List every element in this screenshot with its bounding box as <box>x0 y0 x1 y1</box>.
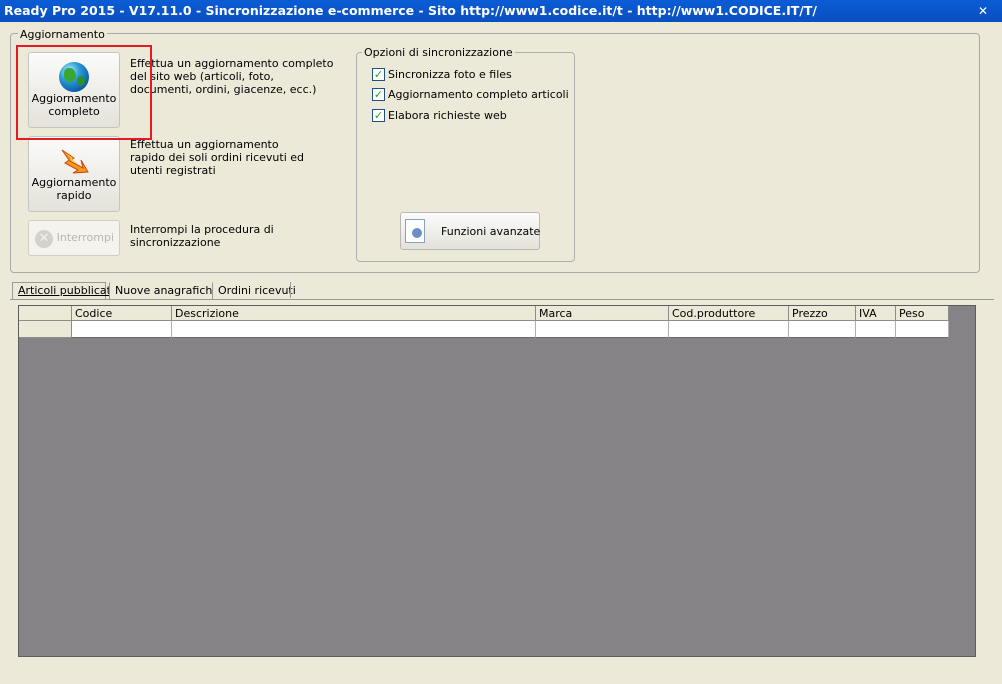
grid-cell-descrizione[interactable] <box>172 321 536 338</box>
grid-cell-prezzo[interactable] <box>789 321 856 338</box>
grid-cell-marca[interactable] <box>536 321 669 338</box>
window-title: Ready Pro 2015 - V17.11.0 - Sincronizzaz… <box>4 3 817 18</box>
option-web-requests-label: Elabora richieste web <box>388 109 507 122</box>
quick-update-label-line2: rapido <box>56 189 92 202</box>
column-header-descrizione[interactable]: Descrizione <box>172 306 536 321</box>
grid-cell-codice[interactable] <box>72 321 172 338</box>
grid-corner <box>19 306 72 321</box>
stop-button-label: Interrompi <box>56 231 114 244</box>
full-update-desc-1: Effettua un aggiornamento completo <box>130 57 334 70</box>
grid-cell-cod-produttore[interactable] <box>669 321 789 338</box>
globe-icon <box>59 62 91 94</box>
column-header-cod-produttore[interactable]: Cod.produttore <box>669 306 789 321</box>
option-sync-photos-label: Sincronizza foto e files <box>388 68 512 81</box>
full-update-description: Effettua un aggiornamento completo del s… <box>130 57 333 96</box>
tab-ordini-ricevuti[interactable]: Ordini ricevuti <box>212 282 296 299</box>
advanced-functions-button[interactable]: Funzioni avanzate <box>400 212 540 250</box>
stop-icon: ✕ <box>35 230 53 248</box>
full-update-label-line1: Aggiornamento <box>31 92 117 105</box>
full-update-button[interactable]: Aggiornamento completo <box>28 52 120 128</box>
quick-update-description: Effettua un aggiornamento rapido dei sol… <box>130 138 304 177</box>
quick-update-desc-2: rapido dei soli ordini ricevuti ed <box>130 151 304 164</box>
column-header-codice[interactable]: Codice <box>72 306 172 321</box>
column-header-iva[interactable]: IVA <box>856 306 896 321</box>
stop-desc-1: Interrompi la procedura di <box>130 223 274 236</box>
stop-description: Interrompi la procedura di sincronizzazi… <box>130 223 274 249</box>
quick-update-desc-3: utenti registrati <box>130 164 216 177</box>
stop-desc-2: sincronizzazione <box>130 236 221 249</box>
grid-cell-iva[interactable] <box>856 321 896 338</box>
tab-articoli-pubblicati[interactable]: Articoli pubblicati <box>12 282 114 300</box>
grid-row-new[interactable] <box>19 321 949 338</box>
quick-update-desc-1: Effettua un aggiornamento <box>130 138 279 151</box>
document-gear-icon <box>405 219 425 243</box>
full-update-desc-2: del sito web (articoli, foto, <box>130 70 274 83</box>
checkbox-sync-photos[interactable]: ✓ <box>372 68 385 81</box>
articles-grid[interactable] <box>18 305 976 657</box>
column-header-marca[interactable]: Marca <box>536 306 669 321</box>
checkbox-web-requests[interactable]: ✓ <box>372 109 385 122</box>
grid-cell-peso[interactable] <box>896 321 949 338</box>
sync-options-legend: Opzioni di sincronizzazione <box>362 46 515 59</box>
grid-row-header[interactable] <box>19 321 72 338</box>
window-titlebar: Ready Pro 2015 - V17.11.0 - Sincronizzaz… <box>0 0 1002 22</box>
advanced-functions-label: Funzioni avanzate <box>441 225 541 238</box>
lightning-arrow-icon <box>59 146 91 178</box>
full-update-label-line2: completo <box>48 105 100 118</box>
option-full-articles-label: Aggiornamento completo articoli <box>388 88 569 101</box>
tab-end-separator <box>290 282 291 298</box>
checkbox-full-articles[interactable]: ✓ <box>372 88 385 101</box>
grid-header: Codice Descrizione Marca Cod.produttore … <box>19 306 949 321</box>
update-group-legend: Aggiornamento <box>18 28 107 41</box>
full-update-desc-3: documenti, ordini, giacenze, ecc.) <box>130 83 317 96</box>
tab-nuove-anagrafiche[interactable]: Nuove anagrafiche <box>109 282 219 299</box>
tab-baseline <box>10 299 994 300</box>
quick-update-button[interactable]: Aggiornamento rapido <box>28 136 120 212</box>
column-header-peso[interactable]: Peso <box>896 306 949 321</box>
stop-button[interactable]: ✕ Interrompi <box>28 220 120 256</box>
close-button[interactable]: ✕ <box>976 0 990 22</box>
column-header-prezzo[interactable]: Prezzo <box>789 306 856 321</box>
quick-update-label-line1: Aggiornamento <box>31 176 117 189</box>
status-strip <box>0 664 1002 684</box>
